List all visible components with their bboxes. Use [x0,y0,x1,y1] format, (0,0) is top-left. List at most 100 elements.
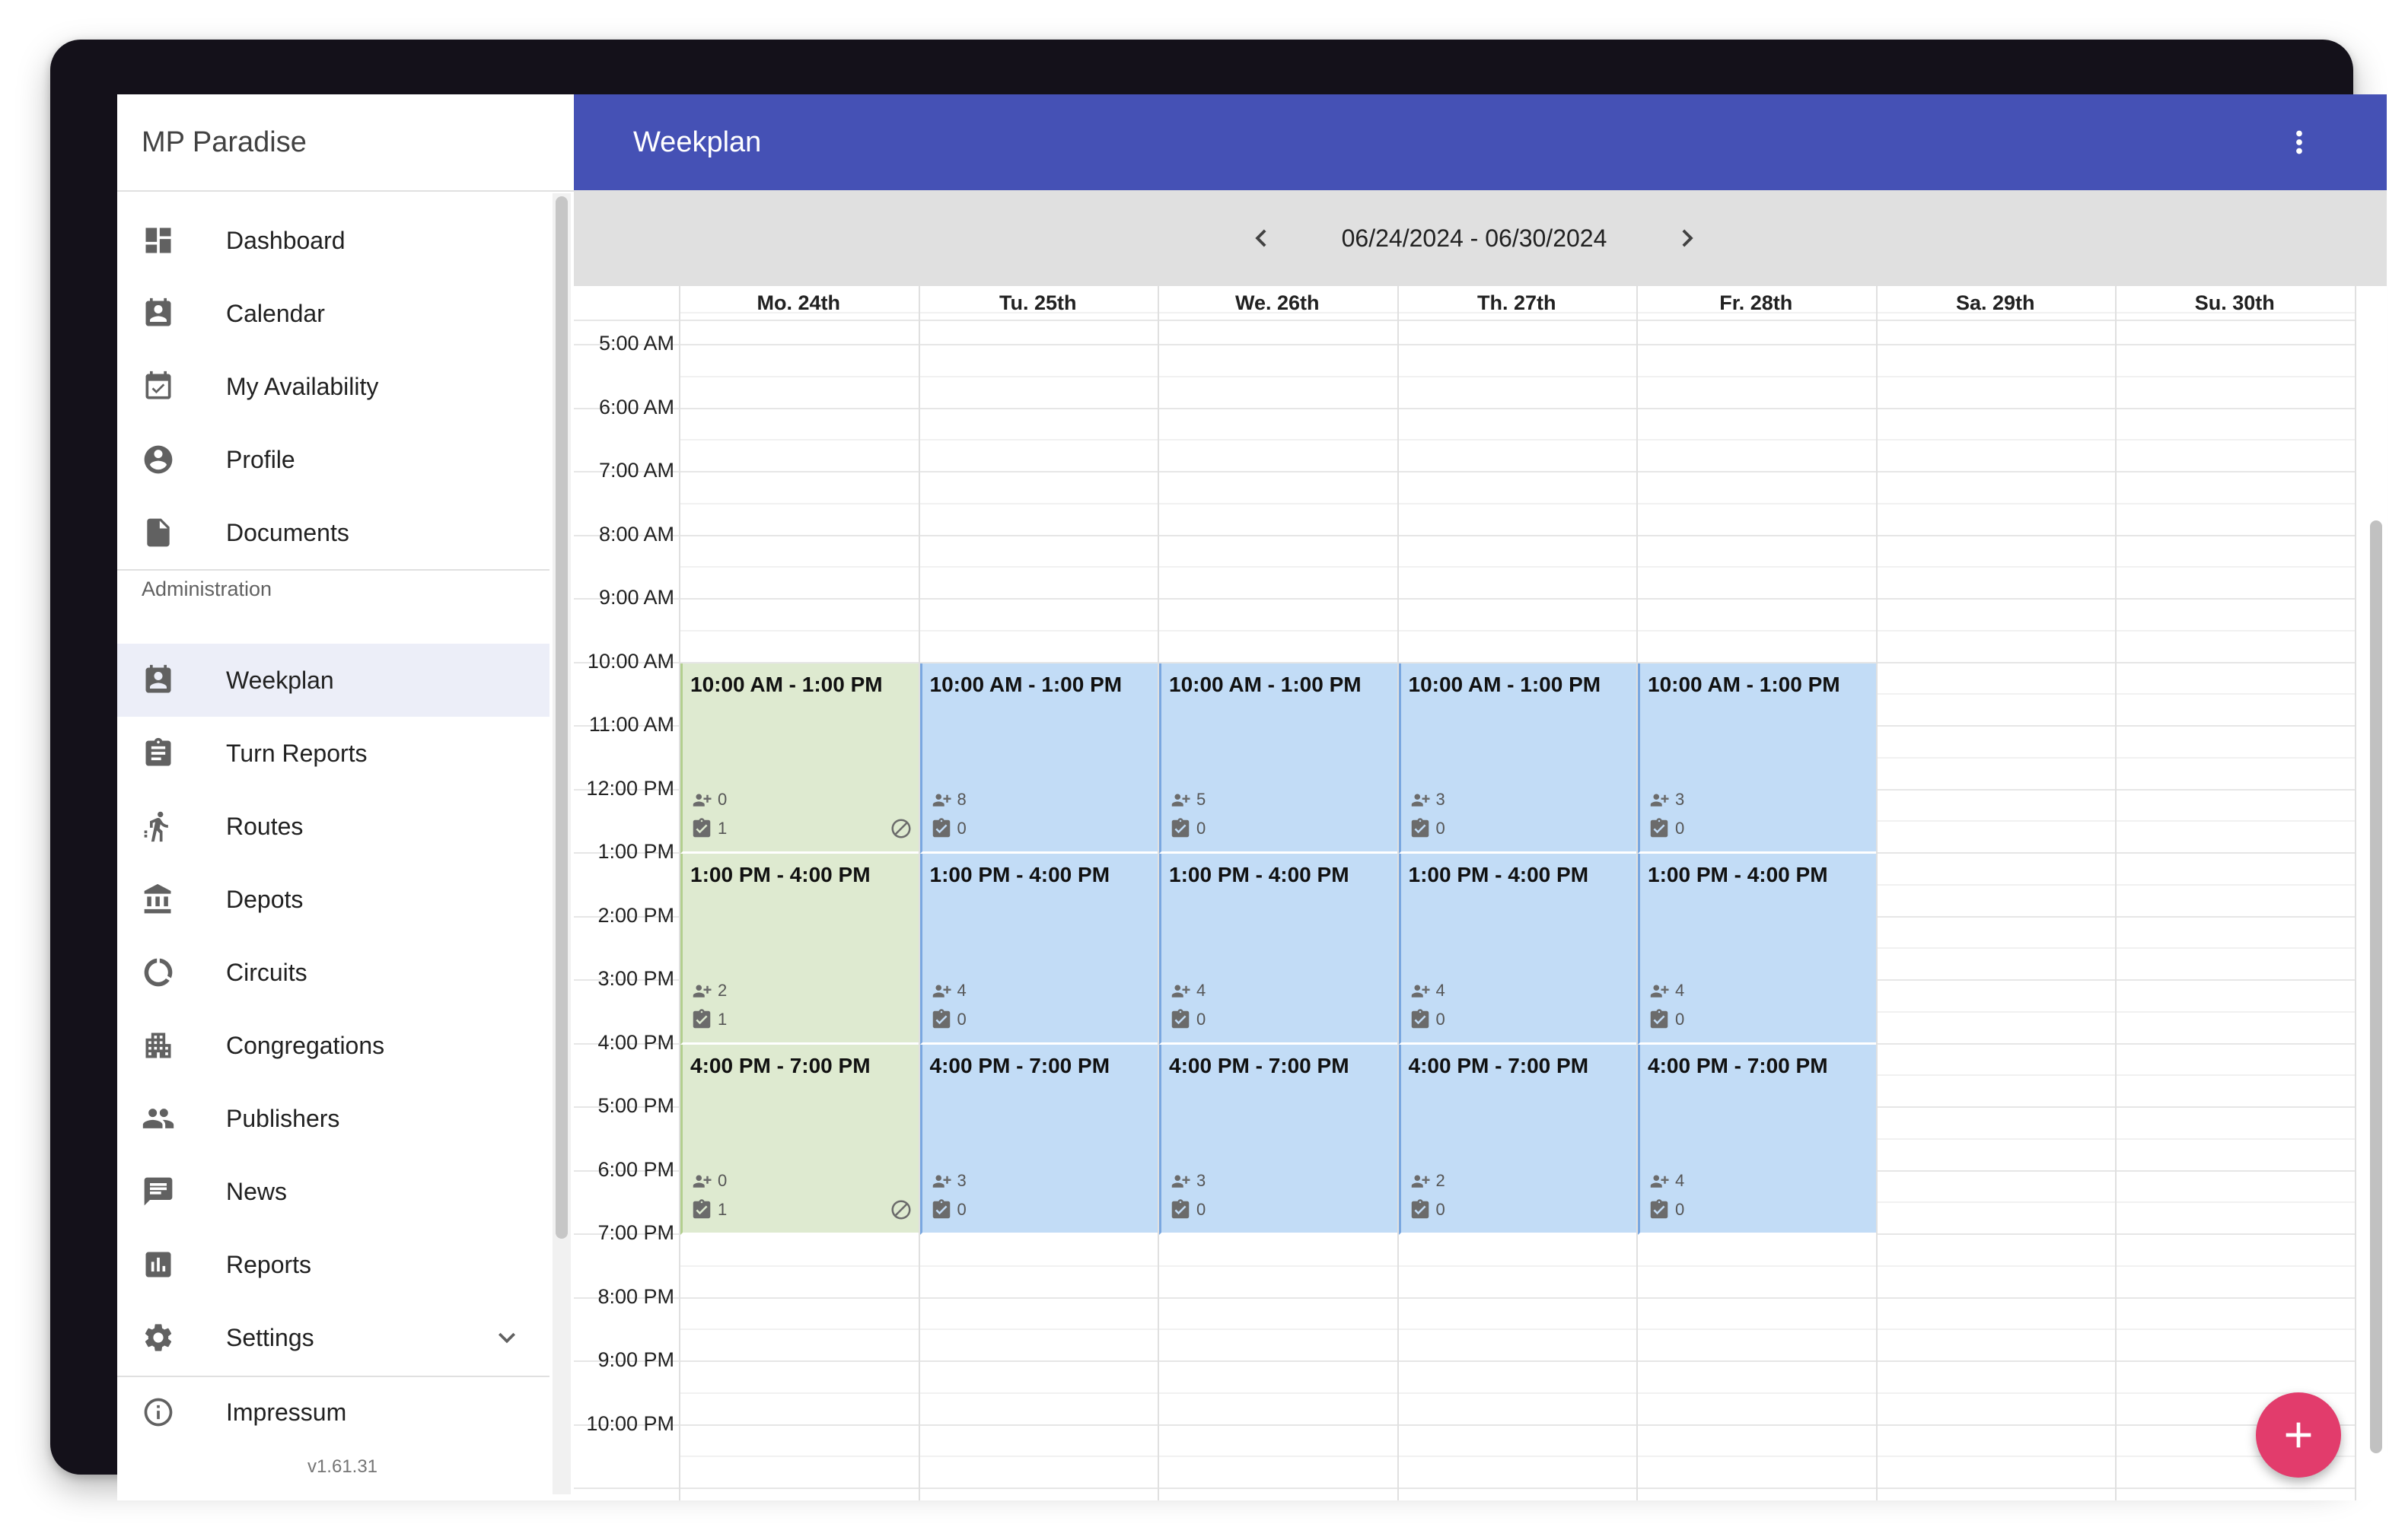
sidebar-divider [117,190,574,192]
shift-event[interactable]: 1:00 PM - 4:00 PM 2 1 [680,854,919,1045]
sidebar-item-news[interactable]: News [117,1155,549,1228]
sidebar-item-routes[interactable]: Routes [117,790,549,863]
half-hour-line [679,1265,2355,1267]
sidebar-item-weekplan[interactable]: Weekplan [117,644,549,717]
block-icon [890,1198,913,1221]
applicants-count: 3 [1648,788,1684,811]
shift-event[interactable]: 10:00 AM - 1:00 PM 8 0 [919,663,1158,854]
time-label: 6:00 AM [598,395,674,418]
shift-event[interactable]: 4:00 PM - 7:00 PM 4 0 [1638,1044,1876,1235]
hour-line [574,471,2355,473]
shift-time-range: 10:00 AM - 1:00 PM [1408,672,1601,696]
sidebar-item-publishers[interactable]: Publishers [117,1082,549,1155]
half-hour-line [679,375,2355,377]
block-icon [890,817,913,840]
applicants-number: 4 [1196,980,1206,1000]
applicants-count: 5 [1169,788,1206,811]
assigned-count: 0 [1169,1198,1206,1221]
applicants-number: 4 [1675,980,1685,1000]
sidebar-item-label: Circuits [226,959,307,986]
sidebar-item-reports[interactable]: Reports [117,1228,549,1301]
sidebar-item-impressum[interactable]: Impressum [117,1376,549,1449]
person-add-icon [1648,788,1671,811]
shift-event[interactable]: 4:00 PM - 7:00 PM 2 0 [1398,1044,1636,1235]
sidebar-item-label: Turn Reports [226,740,368,767]
hour-line [574,344,2355,345]
sidebar-item-label: Weekplan [226,667,334,694]
person-add-icon [930,1169,953,1192]
assigned-number: 0 [1196,1200,1206,1219]
assigned-number: 0 [1196,819,1206,838]
shift-event[interactable]: 1:00 PM - 4:00 PM 4 0 [1159,854,1397,1045]
assignment-check-icon [1648,1198,1671,1221]
person-add-icon [1409,979,1432,1002]
shift-event[interactable]: 4:00 PM - 7:00 PM 3 0 [1159,1044,1397,1235]
hour-line [574,407,2355,409]
shift-event[interactable]: 1:00 PM - 4:00 PM 4 0 [919,854,1158,1045]
applicants-count: 4 [930,979,967,1002]
sidebar-item-turn-reports[interactable]: Turn Reports [117,717,549,790]
document-icon [142,516,175,549]
sidebar-item-my-availability[interactable]: My Availability [117,350,549,423]
more-vert-icon[interactable] [2282,125,2317,160]
shift-event[interactable]: 10:00 AM - 1:00 PM 3 0 [1638,663,1876,854]
sidebar-item-label: Documents [226,519,349,546]
shift-time-range: 4:00 PM - 7:00 PM [690,1053,871,1077]
shift-event[interactable]: 10:00 AM - 1:00 PM 0 1 [680,663,919,854]
assignment-check-icon [690,1008,713,1031]
page-title: Weekplan [633,126,762,158]
assigned-count: 0 [930,817,967,840]
sidebar-item-depots[interactable]: Depots [117,863,549,936]
day-header: Tu. 25th [999,291,1077,314]
time-label: 8:00 AM [598,522,674,546]
applicants-count: 4 [1409,979,1445,1002]
shift-event[interactable]: 10:00 AM - 1:00 PM 3 0 [1398,663,1636,854]
shift-event[interactable]: 1:00 PM - 4:00 PM 4 0 [1638,854,1876,1045]
sidebar-scrollbar-thumb[interactable] [556,196,568,1239]
bar-chart-icon [142,1248,175,1281]
assigned-count: 0 [1169,1008,1206,1031]
applicants-count: 3 [1169,1169,1206,1192]
app-screen: MP Paradise Dashboard Calendar My Availa… [117,94,2387,1500]
main-content: Weekplan 06/24/2024 - 06/30/2024 5:00 AM… [574,94,2387,1500]
calendar-scrollbar-thumb[interactable] [2370,520,2382,1453]
chevron-right-icon[interactable] [1670,221,1705,256]
assignment-check-icon [930,1198,953,1221]
assigned-count: 0 [930,1198,967,1221]
assignment-check-icon [930,1008,953,1031]
time-label: 10:00 PM [586,1411,674,1435]
assignment-check-icon [1648,817,1671,840]
sidebar-item-settings[interactable]: Settings [117,1301,549,1374]
day-header: Fr. 28th [1719,291,1793,314]
sidebar-item-documents[interactable]: Documents [117,496,549,569]
applicants-count: 2 [1409,1169,1445,1192]
shift-time-range: 10:00 AM - 1:00 PM [690,672,883,696]
sidebar-item-calendar[interactable]: Calendar [117,277,549,350]
assignment-check-icon [1169,817,1192,840]
sidebar-item-circuits[interactable]: Circuits [117,936,549,1009]
shift-event[interactable]: 4:00 PM - 7:00 PM 0 1 [680,1044,919,1235]
chevron-left-icon[interactable] [1244,221,1279,256]
person-add-icon [1169,788,1192,811]
week-date-range: 06/24/2024 - 06/30/2024 [1341,224,1607,252]
time-label: 7:00 AM [598,459,674,482]
add-shift-button[interactable] [2256,1392,2341,1478]
shift-event[interactable]: 10:00 AM - 1:00 PM 5 0 [1159,663,1397,854]
assigned-number: 0 [1675,819,1685,838]
sidebar-item-profile[interactable]: Profile [117,423,549,496]
hour-line [574,1424,2355,1426]
time-label: 9:00 AM [598,586,674,609]
weekplan-icon [142,663,175,697]
assigned-count: 0 [1409,1198,1445,1221]
shift-event[interactable]: 1:00 PM - 4:00 PM 4 0 [1398,854,1636,1045]
info-icon [142,1395,175,1429]
shift-time-range: 1:00 PM - 4:00 PM [929,863,1110,886]
assigned-number: 0 [957,1009,967,1029]
sidebar-item-congregations[interactable]: Congregations [117,1009,549,1082]
shift-event[interactable]: 4:00 PM - 7:00 PM 3 0 [919,1044,1158,1235]
time-label: 7:00 PM [597,1221,674,1244]
assignment-check-icon [1169,1008,1192,1031]
sidebar: MP Paradise Dashboard Calendar My Availa… [117,94,575,1500]
chevron-down-icon[interactable] [490,1321,524,1354]
sidebar-item-dashboard[interactable]: Dashboard [117,204,549,277]
